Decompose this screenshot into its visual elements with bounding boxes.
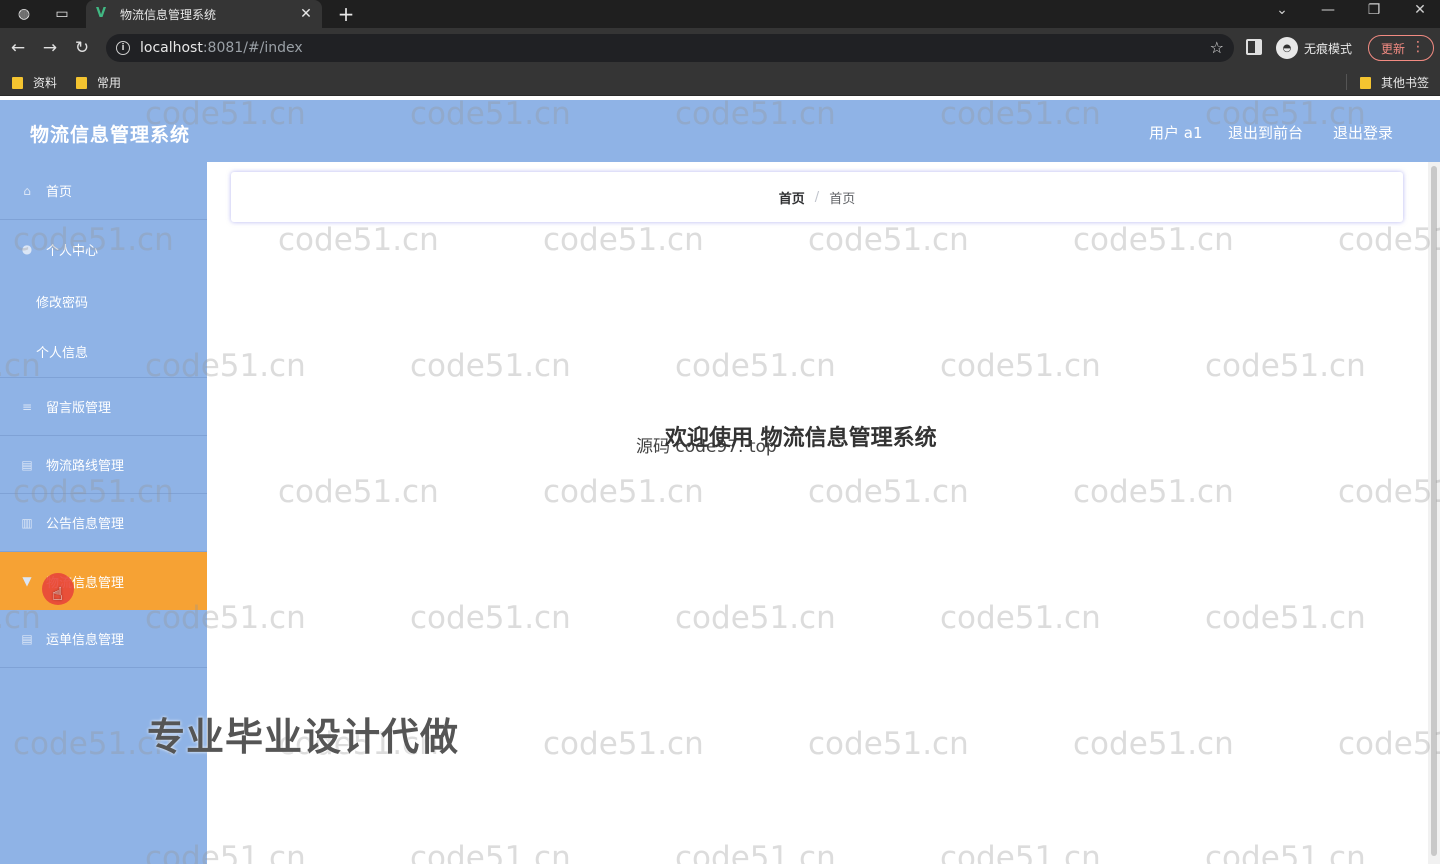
bookmarks-bar: 资料 常用 其他书签 <box>0 68 1440 96</box>
sidebar-subitem-personal-info[interactable]: 个人信息 <box>0 326 207 378</box>
user-label: 用户 a1 <box>1149 124 1203 142</box>
reload-icon[interactable]: ↻ <box>71 37 93 59</box>
app-header: 物流信息管理系统 用户 a1 退出到前台 退出登录 <box>0 100 1440 162</box>
tab-title: 物流信息管理系统 <box>120 7 217 22</box>
vue-logo-icon: V <box>96 6 107 21</box>
globe-icon[interactable]: ◍ <box>14 4 34 24</box>
bookmark-label: 资料 <box>33 76 58 90</box>
browser-toolbar: ← → ↻ i localhost:8081/#/index ☆ ◓ 无痕模式 … <box>0 28 1440 68</box>
breadcrumb-current: 首页 <box>829 191 856 207</box>
bookmark-divider <box>1346 74 1347 90</box>
tab-list-icon[interactable]: ⌄ <box>1270 2 1294 18</box>
sidebar-item-label: 公告信息管理 <box>46 517 125 532</box>
bookmark-folder[interactable]: 常用 <box>76 74 121 91</box>
sidebar-item-logistics-info[interactable]: ▼ 物流信息管理 <box>0 552 207 610</box>
incognito-label: 无痕模式 <box>1304 41 1353 56</box>
other-bookmarks[interactable]: 其他书签 <box>1360 74 1429 91</box>
breadcrumb-home[interactable]: 首页 <box>779 188 805 207</box>
building-icon: ▥ <box>21 515 33 530</box>
back-icon[interactable]: ← <box>7 37 29 59</box>
side-panel-icon[interactable] <box>1246 39 1262 55</box>
incognito-icon: ◓ <box>1276 37 1298 59</box>
sidebar-item-label: 首页 <box>46 185 73 200</box>
sidebar-item-profile-center[interactable]: ● 个人中心 <box>0 220 207 278</box>
address-bar[interactable]: i localhost:8081/#/index ☆ <box>106 34 1234 62</box>
to-front-link[interactable]: 退出到前台 <box>1228 122 1303 143</box>
breadcrumb: 首页 / 首页 <box>231 172 1403 222</box>
sidebar-item-label: 运单信息管理 <box>46 633 125 648</box>
welcome-message: 欢迎使用 物流信息管理系统 <box>665 426 937 451</box>
folder-icon <box>12 76 23 89</box>
sidebar-item-home[interactable]: ⌂ 首页 <box>0 162 207 220</box>
app-title: 物流信息管理系统 <box>30 124 191 146</box>
site-info-icon[interactable]: i <box>116 41 130 55</box>
sidebar-subitem-change-password[interactable]: 修改密码 <box>0 276 207 326</box>
hand-cursor-icon: ☝ <box>52 584 63 605</box>
bookmark-star-icon[interactable]: ☆ <box>1210 38 1224 57</box>
logout-link[interactable]: 退出登录 <box>1333 122 1393 143</box>
sidebar-item-routes[interactable]: ▤ 物流路线管理 <box>0 436 207 494</box>
browser-tab[interactable]: V 物流信息管理系统 ✕ <box>86 0 322 28</box>
bookmark-folder[interactable]: 资料 <box>12 74 57 91</box>
doc-icon: ▤ <box>21 631 33 646</box>
sidebar-item-label: 个人信息 <box>36 346 89 361</box>
sidebar-item-label: 个人中心 <box>46 243 99 259</box>
minimize-icon[interactable]: — <box>1316 2 1340 18</box>
browser-tab-bar: ◍ ▭ V 物流信息管理系统 ✕ + ⌄ — ❐ ✕ <box>0 0 1440 28</box>
incognito-indicator[interactable]: ◓ 无痕模式 <box>1276 37 1352 59</box>
close-window-icon[interactable]: ✕ <box>1408 2 1432 18</box>
update-label: 更新 <box>1381 41 1406 56</box>
forward-icon[interactable]: → <box>39 37 61 59</box>
pin-icon: ▼ <box>22 574 32 588</box>
breadcrumb-separator: / <box>814 189 820 205</box>
restore-icon[interactable]: ❐ <box>1362 2 1386 18</box>
folder-icon <box>1360 76 1371 89</box>
url-path: :8081/#/index <box>202 40 303 56</box>
list-icon: ≡ <box>21 399 33 414</box>
sidebar-item-label: 留言版管理 <box>46 401 112 416</box>
home-icon: ⌂ <box>23 183 31 198</box>
sidebar-item-message-board[interactable]: ≡ 留言版管理 <box>0 378 207 436</box>
other-bookmarks-label: 其他书签 <box>1381 76 1430 90</box>
user-icon: ● <box>21 242 33 256</box>
sidebar-item-label: 修改密码 <box>36 295 89 311</box>
scrollbar-thumb[interactable] <box>1431 166 1437 856</box>
doc-icon: ▤ <box>21 457 33 472</box>
bookmark-label: 常用 <box>97 76 122 90</box>
promo-overlay: 专业毕业设计代做 <box>147 715 460 759</box>
sidebar-item-notices[interactable]: ▥ 公告信息管理 <box>0 494 207 552</box>
scrollbar[interactable] <box>1428 162 1440 864</box>
more-menu-icon[interactable]: ⋮ <box>1411 39 1425 55</box>
folder-icon <box>76 76 87 89</box>
sidebar-item-label: 物流路线管理 <box>46 459 125 474</box>
tab-search-icon[interactable]: ▭ <box>52 4 72 24</box>
new-tab-icon[interactable]: + <box>336 2 356 26</box>
update-button[interactable]: 更新 ⋮ <box>1368 35 1434 61</box>
close-tab-icon[interactable]: ✕ <box>296 6 316 22</box>
url-host: localhost <box>140 40 203 56</box>
sidebar-item-waybills[interactable]: ▤ 运单信息管理 <box>0 610 207 668</box>
